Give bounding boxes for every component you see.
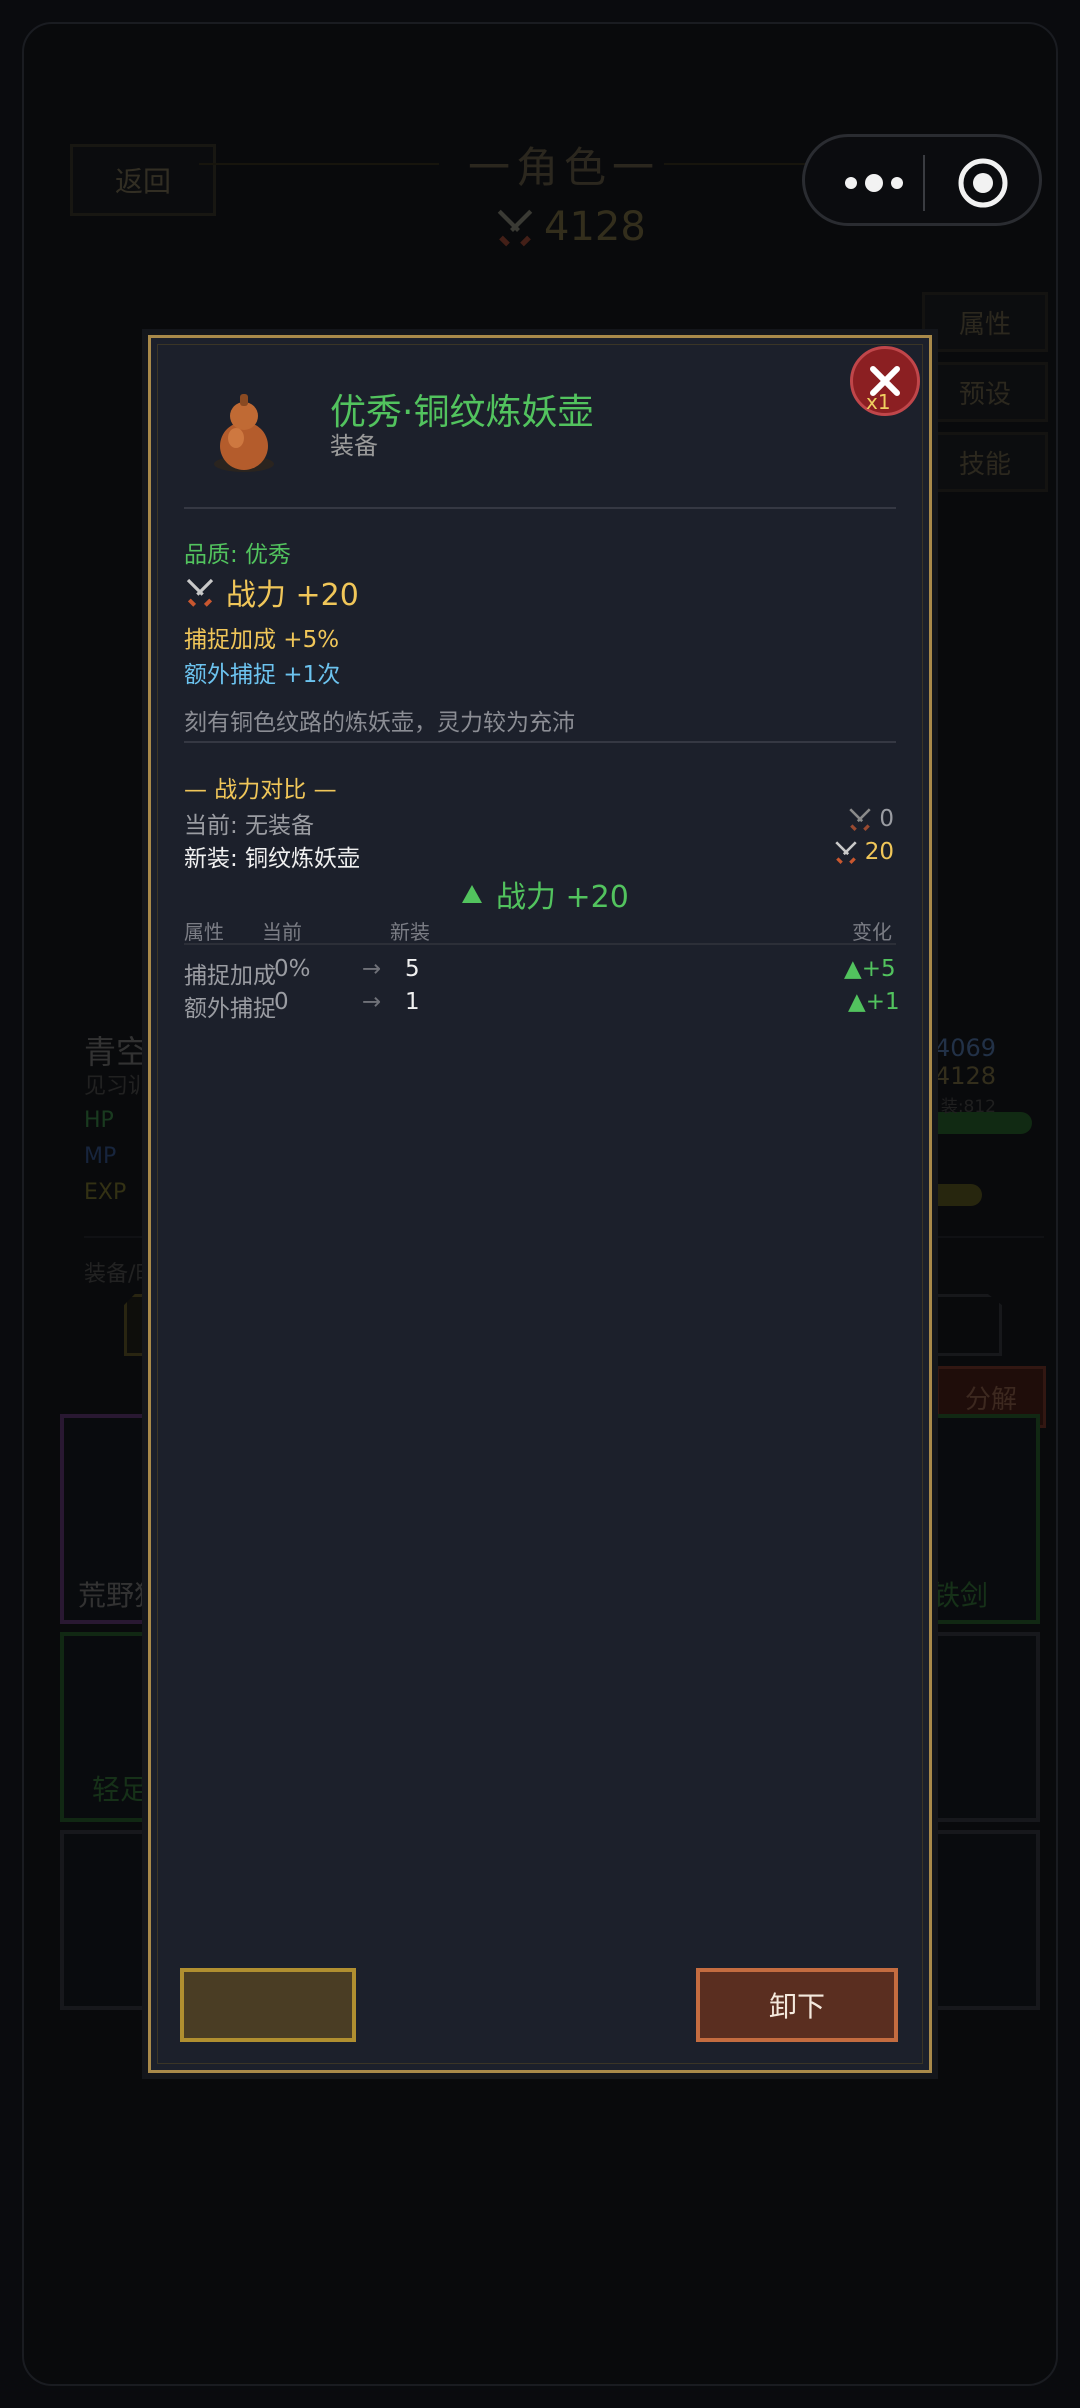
gourd-icon [214,394,274,472]
crossed-swords-icon [186,578,214,607]
compare-current-label: 当前: 无装备 [184,813,315,839]
table-cell-new: 5 [405,956,420,982]
power-bonus: 战力 +20 [184,570,359,614]
table-header-change: 变化 [852,920,892,944]
target-icon[interactable] [957,157,1009,209]
table-header-divider [184,943,896,945]
table-header-attr: 属性 [184,920,224,944]
more-dots-icon[interactable] [839,163,909,203]
table-cell-current: 0 [274,989,289,1015]
compare-power-delta: 战力 +20 [460,872,629,916]
item-description: 刻有铜色纹路的炼妖壶，灵力较为充沛 [184,710,575,736]
item-quality: 品质: 优秀 [184,542,292,568]
stat-capture-bonus: 捕捉加成 +5% [184,627,340,653]
table-cell-arrow: → [362,989,382,1015]
secondary-action-button[interactable] [180,1968,356,2042]
table-cell-current: 0% [274,956,311,982]
table-cell-change: ▲+5 [844,956,896,982]
table-header-current: 当前 [262,920,302,944]
table-cell-arrow: → [362,956,382,982]
up-triangle-icon: ▲ [848,989,866,1015]
table-cell-new: 1 [405,989,420,1015]
stat-extra-capture: 额外捕捉 +1次 [184,662,341,688]
miniprogram-capsule [802,134,1042,226]
up-triangle-icon: ▲ [844,956,862,982]
close-count-badge: x1 [866,390,891,414]
table-cell-attr: 捕捉加成 [184,963,276,989]
item-type: 装备 [330,432,378,460]
capsule-divider [923,155,925,211]
description-divider [184,741,896,743]
crossed-swords-icon [849,808,872,831]
header-divider [184,507,896,509]
compare-new-power: 20 [833,839,894,865]
power-bonus-text: 战力 +20 [226,578,359,613]
up-triangle-icon [462,885,482,903]
compare-current-power: 0 [847,806,894,832]
unequip-button[interactable]: 卸下 [696,1968,898,2042]
crossed-swords-icon [835,841,857,864]
compare-title: — 战力对比 — [184,777,337,803]
table-cell-change: ▲+1 [848,989,900,1015]
table-cell-attr: 额外捕捉 [184,996,276,1022]
compare-new-label: 新装: 铜纹炼妖壶 [184,846,361,872]
table-header-new: 新装 [390,920,430,944]
